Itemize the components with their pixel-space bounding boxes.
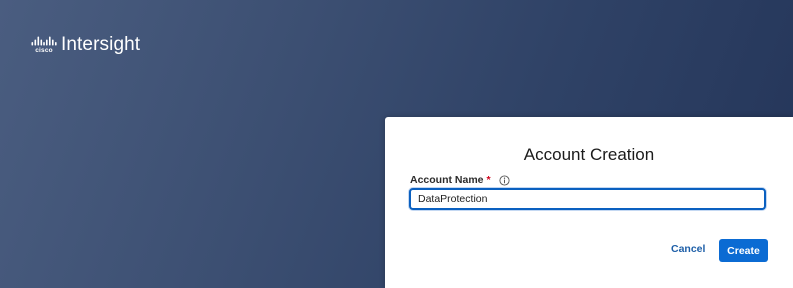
required-mark: *: [486, 174, 491, 186]
cisco-wordmark: cisco: [35, 47, 53, 54]
info-circle-icon[interactable]: [499, 174, 510, 186]
cancel-button[interactable]: Cancel: [665, 239, 711, 259]
account-name-label-row: Account Name *: [410, 174, 510, 186]
brand-header: cisco Intersight: [31, 34, 140, 56]
cisco-bars-icon: [31, 36, 57, 46]
account-creation-dialog: Account Creation Account Name * Cancel C…: [385, 117, 793, 288]
create-button[interactable]: Create: [719, 239, 768, 262]
product-name: Intersight: [61, 34, 141, 55]
cisco-logo: cisco: [31, 36, 57, 54]
account-name-input[interactable]: [409, 188, 766, 210]
account-name-label: Account Name: [410, 174, 484, 186]
dialog-title: Account Creation: [523, 145, 655, 164]
